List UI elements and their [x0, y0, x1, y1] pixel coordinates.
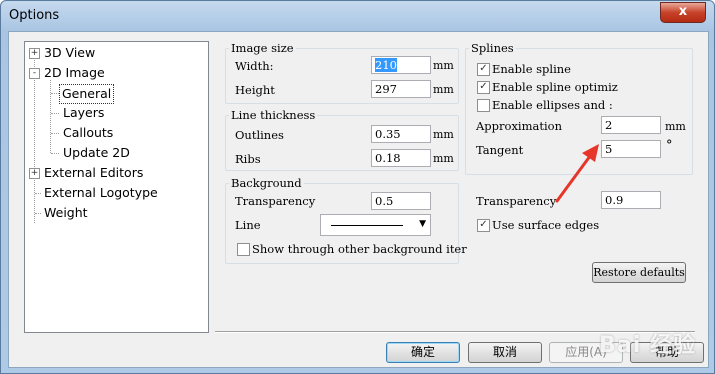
- enable-spline-optimize-checkbox[interactable]: ✓: [477, 81, 490, 94]
- expand-3d-view-icon[interactable]: +: [29, 48, 40, 59]
- height-label: Height: [235, 83, 275, 97]
- title-bar[interactable]: Options x: [1, 1, 714, 31]
- line-sample: [331, 225, 403, 226]
- tree-item-update-2d[interactable]: Update 2D: [63, 144, 130, 162]
- tree-item-layers[interactable]: Layers: [63, 104, 104, 122]
- ribs-label: Ribs: [235, 152, 261, 166]
- watermark-logo: Bai 经验: [599, 333, 696, 358]
- outlines-input[interactable]: 0.35: [371, 125, 431, 143]
- width-unit: mm: [433, 59, 454, 72]
- options-window: Options x + 3D View - 2D Image General L…: [0, 0, 715, 374]
- width-label: Width:: [235, 59, 274, 73]
- options-tree: + 3D View - 2D Image General Layers Call…: [24, 41, 209, 333]
- background-caption: Background: [229, 176, 304, 190]
- enable-spline-checkbox[interactable]: ✓: [477, 63, 490, 76]
- use-surface-edges-label: Use surface edges: [492, 218, 600, 232]
- outlines-unit: mm: [433, 128, 454, 141]
- line-style-dropdown[interactable]: ▼: [320, 214, 431, 236]
- ok-button[interactable]: 确定: [386, 342, 460, 363]
- window-title: Options: [9, 8, 60, 23]
- enable-ellipses-checkbox[interactable]: [477, 99, 490, 112]
- tree-item-2d-image[interactable]: 2D Image: [44, 64, 105, 82]
- ribs-unit: mm: [433, 152, 454, 165]
- width-input[interactable]: 210: [371, 56, 431, 74]
- height-unit: mm: [433, 83, 454, 96]
- tree-item-weight[interactable]: Weight: [44, 204, 88, 222]
- enable-spline-optimize-label: Enable spline optimiz: [492, 80, 618, 94]
- cancel-button[interactable]: 取消: [468, 342, 542, 363]
- approximation-label: Approximation: [476, 119, 563, 133]
- expand-external-editors-icon[interactable]: +: [29, 168, 40, 179]
- bg-transparency-label: Transparency: [235, 194, 316, 208]
- ribs-input[interactable]: 0.18: [371, 149, 431, 167]
- tangent-input[interactable]: 5: [601, 140, 661, 158]
- splines-caption: Splines: [469, 41, 516, 55]
- restore-defaults-button[interactable]: Restore defaults: [592, 262, 686, 283]
- surface-transparency-input[interactable]: 0.9: [601, 191, 661, 209]
- tree-item-general[interactable]: General: [59, 84, 115, 104]
- show-through-checkbox[interactable]: [237, 243, 250, 256]
- line-thickness-caption: Line thickness: [229, 108, 318, 122]
- bg-transparency-input[interactable]: 0.5: [371, 192, 431, 210]
- tree-item-external-editors[interactable]: External Editors: [44, 164, 143, 182]
- approximation-unit: mm: [665, 120, 686, 133]
- dialog-client: + 3D View - 2D Image General Layers Call…: [8, 31, 709, 368]
- outlines-label: Outlines: [235, 128, 284, 142]
- tree-item-3d-view[interactable]: 3D View: [44, 44, 95, 62]
- chevron-down-icon: ▼: [419, 219, 426, 229]
- tree-item-callouts[interactable]: Callouts: [63, 124, 113, 142]
- approximation-input[interactable]: 2: [601, 116, 661, 134]
- height-input[interactable]: 297: [371, 80, 431, 98]
- image-size-caption: Image size: [229, 41, 296, 55]
- close-button[interactable]: x: [660, 2, 706, 23]
- line-label: Line: [235, 218, 261, 232]
- tree-item-external-logotype[interactable]: External Logotype: [44, 184, 158, 202]
- collapse-2d-image-icon[interactable]: -: [29, 68, 40, 79]
- show-through-label: Show through other background iter: [252, 242, 467, 256]
- tangent-label: Tangent: [476, 143, 524, 157]
- tangent-unit: °: [666, 138, 673, 153]
- enable-spline-label: Enable spline: [492, 62, 571, 76]
- surface-transparency-label: Transparency: [476, 194, 557, 208]
- enable-ellipses-label: Enable ellipses and :: [492, 98, 613, 112]
- use-surface-edges-checkbox[interactable]: ✓: [477, 219, 490, 232]
